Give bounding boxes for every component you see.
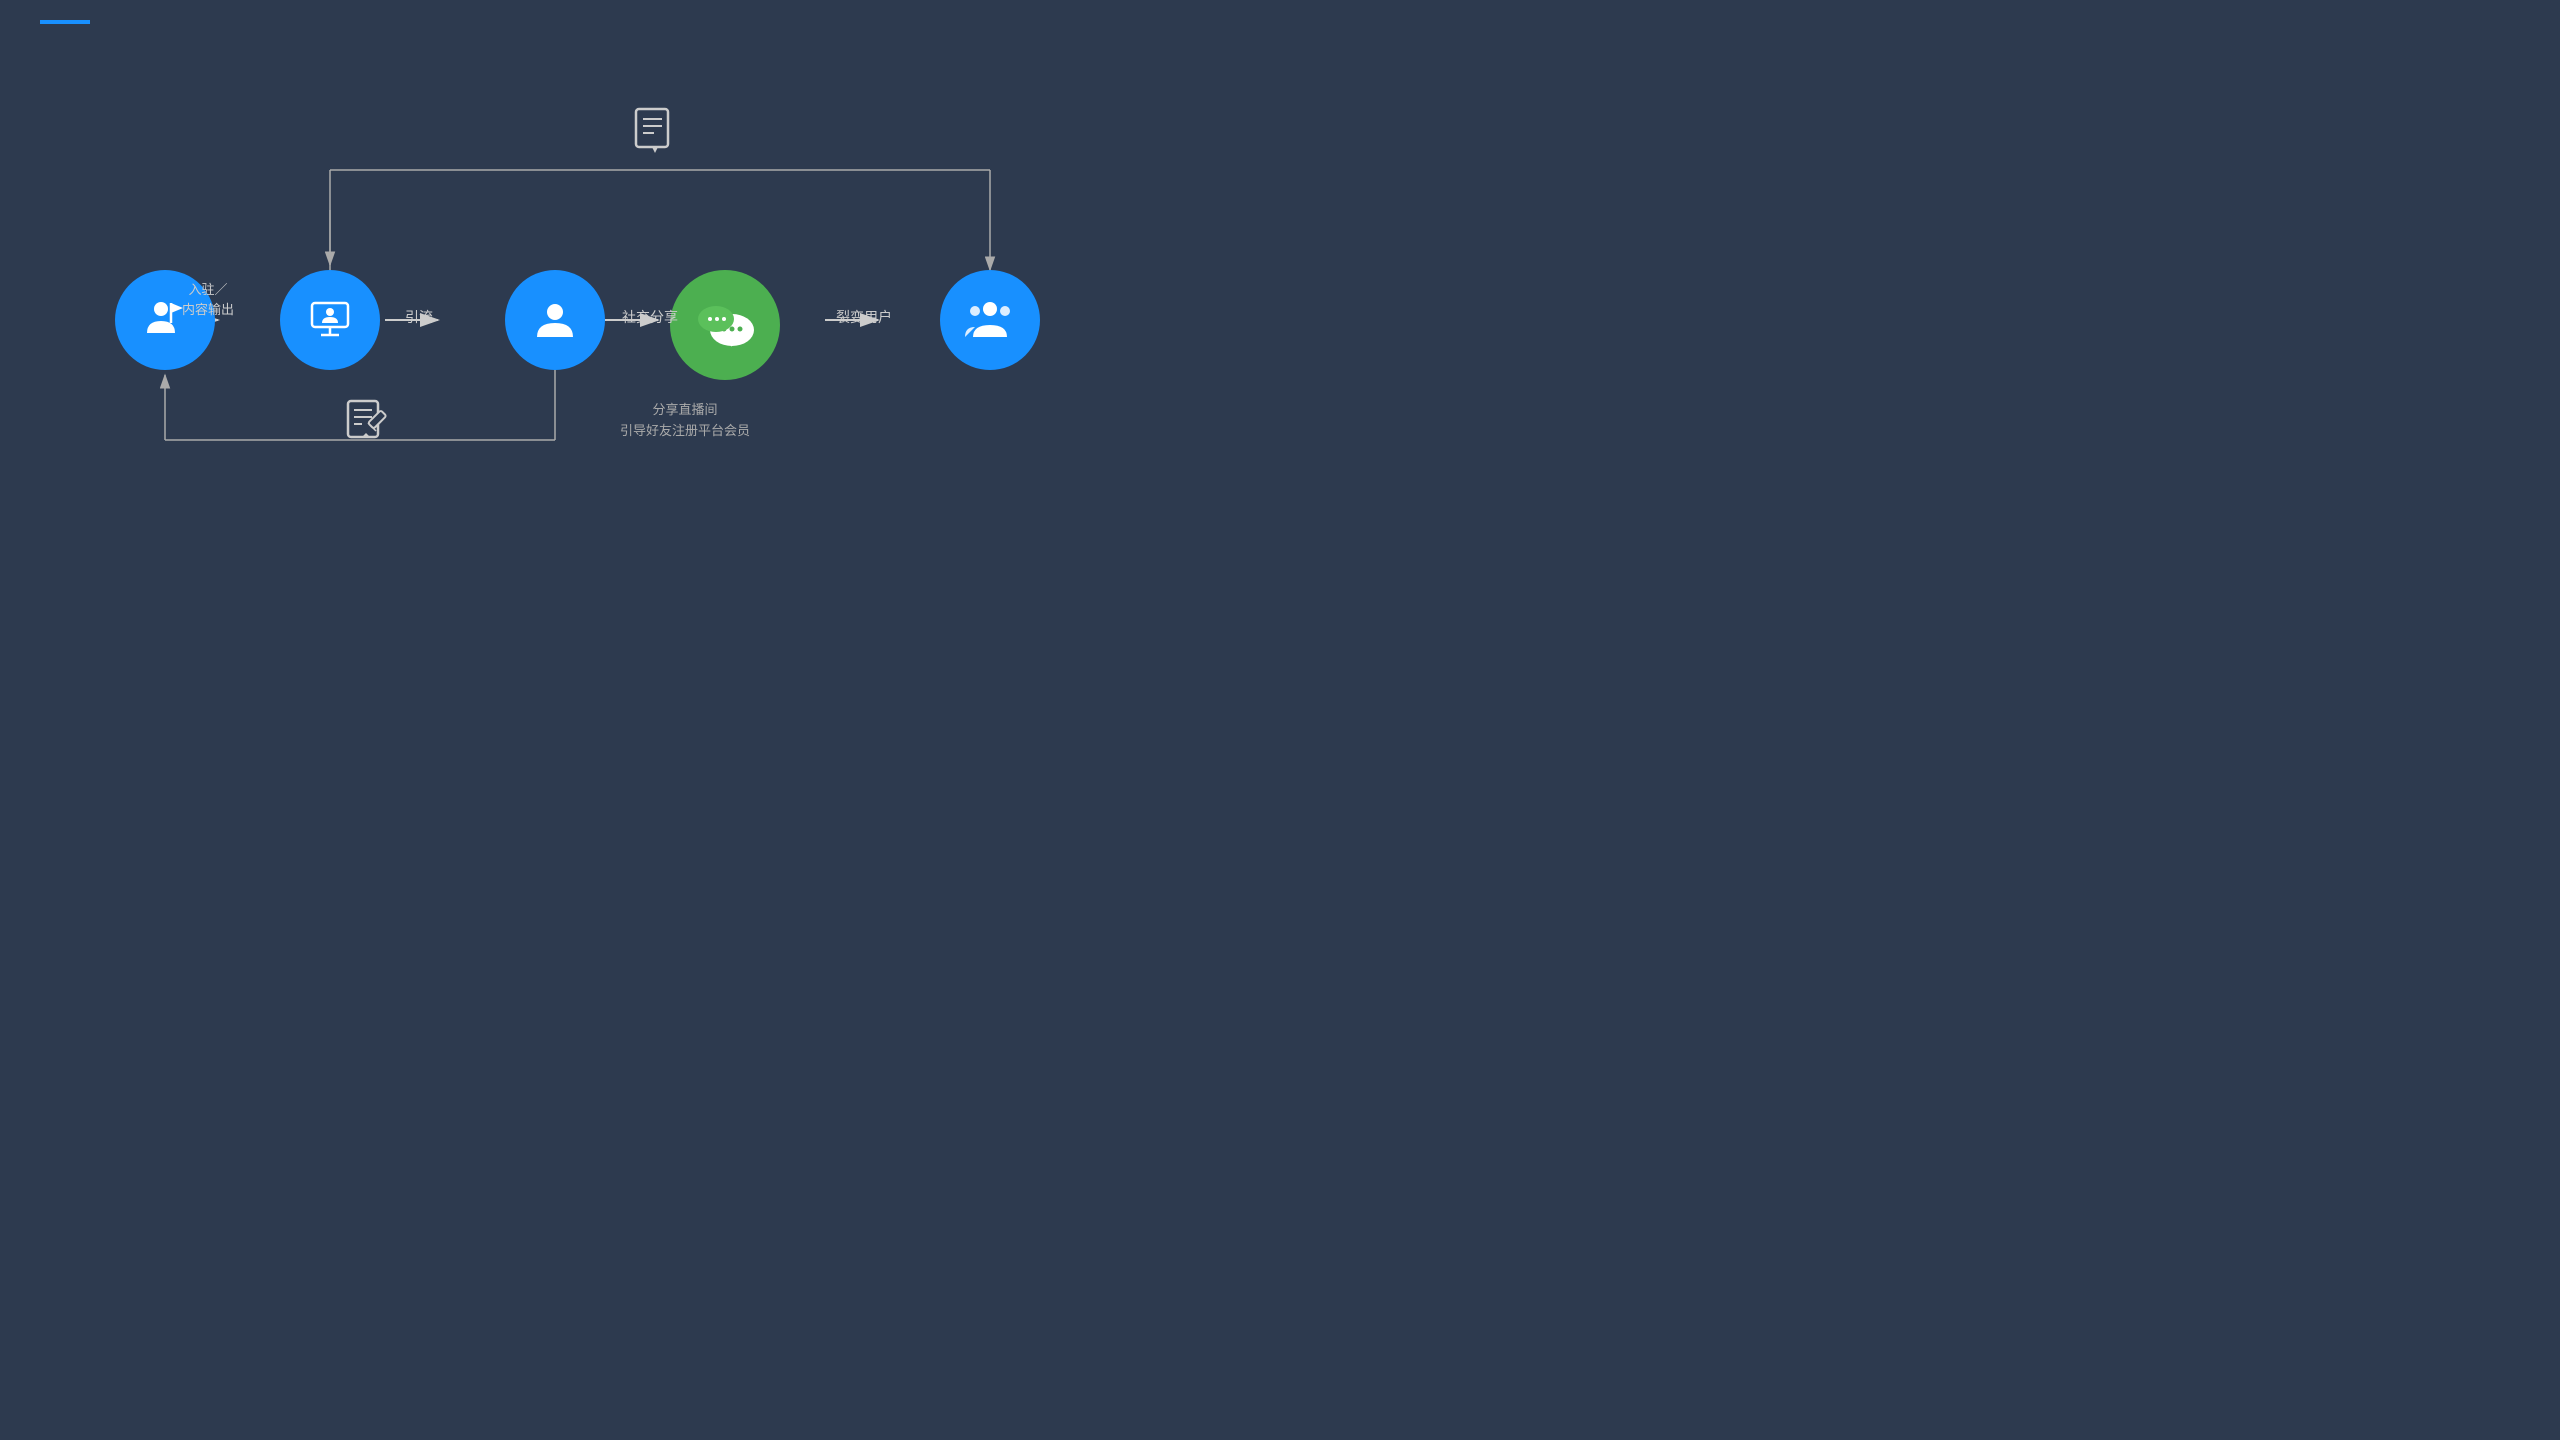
order-action [630,105,686,155]
wechat-icon [690,295,760,355]
order-icon [630,105,680,155]
wechat-to-consumer-label: 裂变用户 [836,307,892,327]
wechat-node [670,270,780,380]
platform-icon [308,297,352,341]
user-icon [533,297,577,341]
user-node [505,270,605,370]
consumer-icon [965,297,1015,341]
user-to-wechat-label: 社交分享 [622,307,678,327]
platform-node [280,270,380,370]
wechat-sub-label: 分享直播间引导好友注册平台会员 [620,400,750,442]
consumer-node [940,270,1040,370]
apply-action [340,395,395,460]
platform-to-user-label: 引流 [405,307,433,327]
apply-icon [340,395,395,450]
broadcaster-to-platform-label: 入驻／内容输出 [182,280,234,319]
